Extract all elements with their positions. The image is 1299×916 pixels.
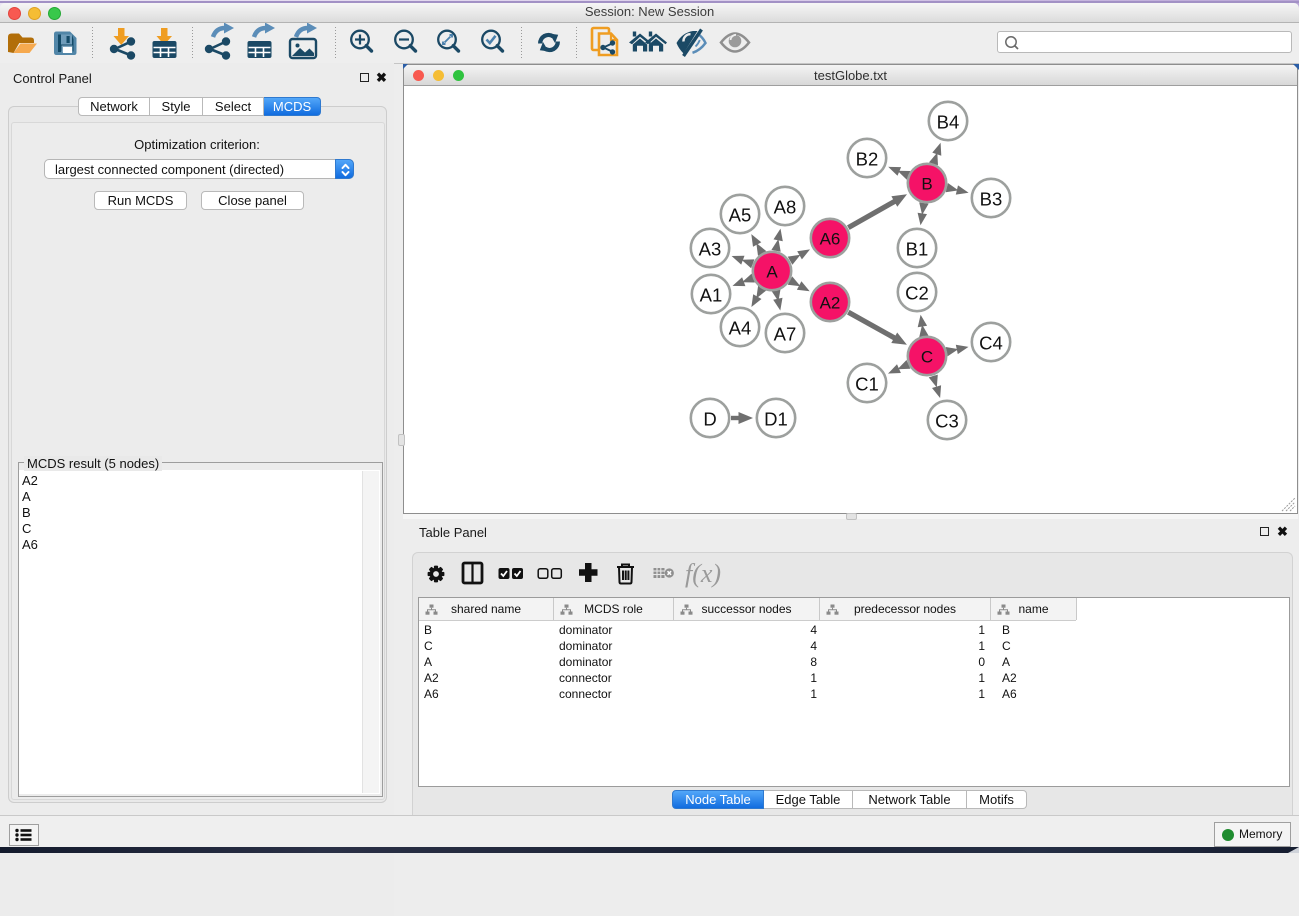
svg-text:A2: A2 <box>820 294 841 313</box>
svg-text:B2: B2 <box>856 149 879 170</box>
svg-text:A3: A3 <box>699 239 722 260</box>
svg-text:C3: C3 <box>935 411 959 432</box>
svg-text:C1: C1 <box>855 374 879 395</box>
svg-text:A1: A1 <box>700 285 723 306</box>
svg-text:C4: C4 <box>979 333 1003 354</box>
svg-text:B: B <box>921 175 932 194</box>
svg-text:D1: D1 <box>764 409 788 430</box>
svg-text:B3: B3 <box>980 189 1003 210</box>
svg-text:A8: A8 <box>774 197 797 218</box>
svg-text:A: A <box>766 263 778 282</box>
svg-text:D: D <box>703 409 716 430</box>
svg-text:A5: A5 <box>729 205 752 226</box>
svg-text:A6: A6 <box>820 230 841 249</box>
svg-text:A7: A7 <box>774 324 797 345</box>
svg-text:B1: B1 <box>906 239 929 260</box>
svg-text:A4: A4 <box>729 318 752 339</box>
svg-text:C2: C2 <box>905 283 929 304</box>
svg-text:f(x): f(x) <box>685 559 721 588</box>
svg-text:C: C <box>921 348 933 367</box>
svg-text:B4: B4 <box>937 112 960 133</box>
